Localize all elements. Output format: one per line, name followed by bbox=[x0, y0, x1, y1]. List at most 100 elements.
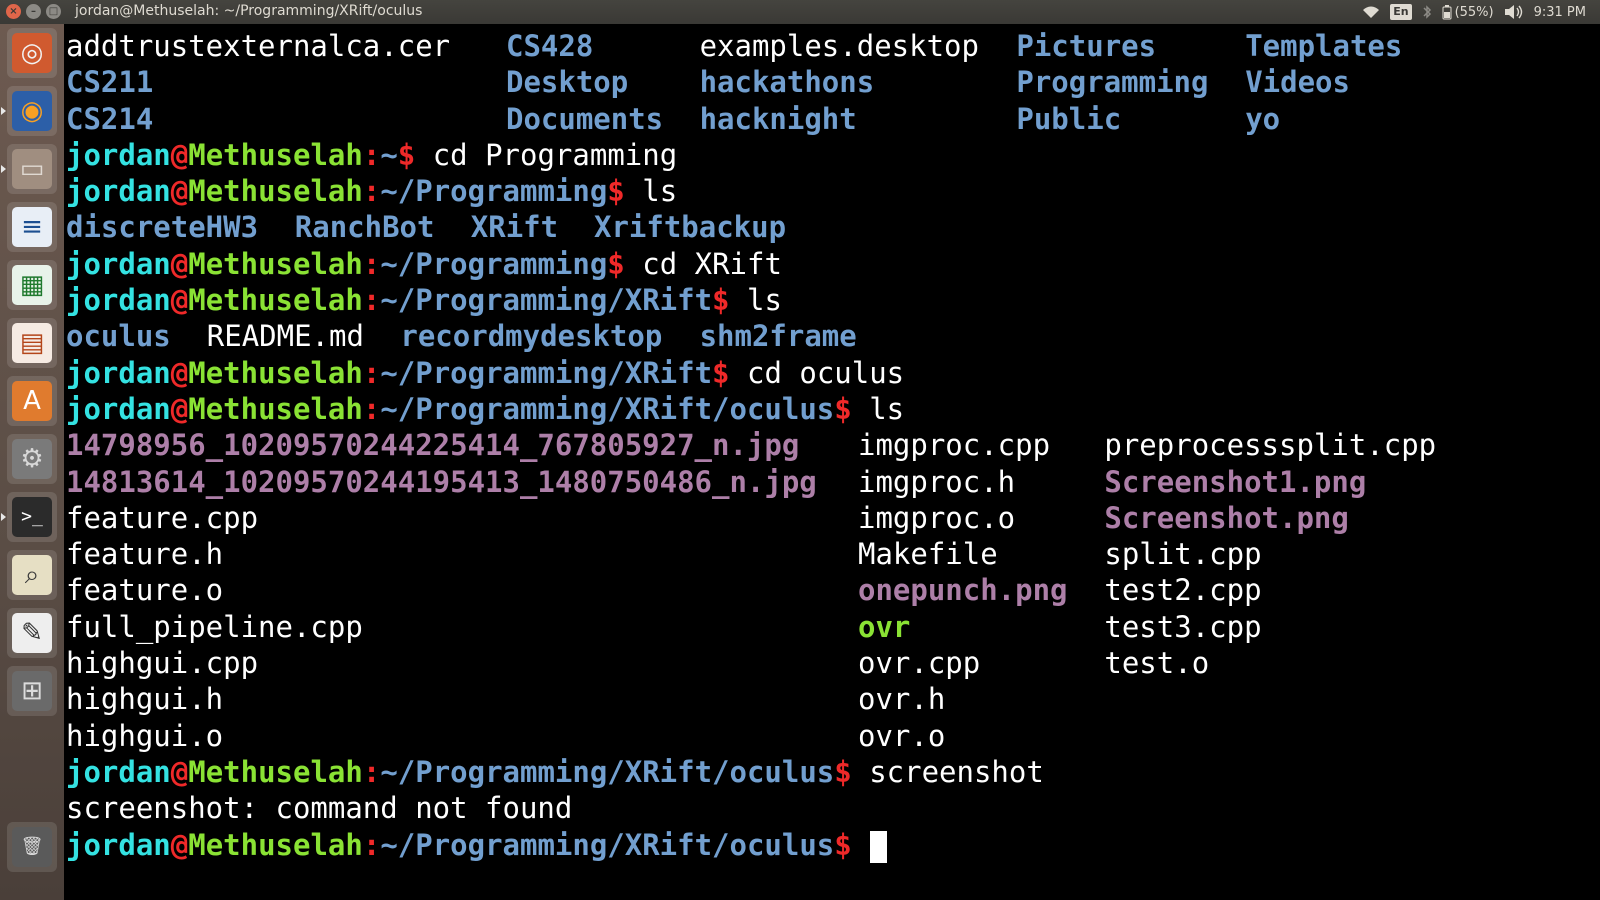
prompt-line: jordan@Methuselah:~/Programming/XRift$ c… bbox=[66, 355, 1044, 391]
directory-entry: Desktop bbox=[506, 65, 629, 100]
terminal-output: addtrustexternalca.cer CS428 examples.desk… bbox=[66, 28, 1436, 863]
listing-line: feature.cpp imgproc.o Screenshot.png bbox=[66, 500, 1349, 536]
prompt-host: Methuselah bbox=[188, 246, 363, 281]
listing-line: feature.o onepunch.png test2.cpp bbox=[66, 572, 1262, 608]
directory-entry: XRift bbox=[470, 210, 559, 245]
prompt-colon: : bbox=[362, 246, 381, 281]
wifi-icon[interactable] bbox=[1362, 0, 1380, 24]
terminal-window[interactable]: addtrustexternalca.cer CS428 examples.desk… bbox=[64, 24, 1600, 900]
prompt-line: jordan@Methuselah:~/Programming$ cd XRif… bbox=[66, 246, 1044, 282]
text-editor-icon-glyph: ✎ bbox=[21, 618, 43, 648]
image-viewer-icon[interactable]: ⌕ bbox=[7, 550, 57, 600]
prompt-dollar: $ bbox=[607, 174, 625, 209]
listing-line: discreteHW3 RanchBot XRift Xriftbackup bbox=[66, 209, 1044, 245]
prompt-path: ~/Programming/XRift bbox=[380, 355, 713, 390]
battery-percentage: (55%) bbox=[1454, 4, 1494, 20]
prompt-path: ~/Programming/XRift/oculus bbox=[380, 827, 835, 862]
firefox-icon[interactable]: ◉ bbox=[7, 86, 57, 136]
volume-icon[interactable] bbox=[1504, 0, 1524, 24]
software-center-icon-glyph: A bbox=[23, 386, 41, 416]
file-manager-icon-glyph: ▭ bbox=[19, 154, 45, 184]
bluetooth-icon[interactable] bbox=[1422, 0, 1432, 24]
prompt-user: jordan bbox=[66, 754, 171, 789]
trash-icon-glyph: 🗑 bbox=[20, 836, 44, 857]
prompt-dollar: $ bbox=[397, 137, 416, 172]
prompt-user: jordan bbox=[66, 391, 171, 426]
terminal-icon-glyph: >_ bbox=[21, 506, 43, 527]
directory-entry: CS211 bbox=[66, 65, 154, 100]
running-indicator bbox=[1, 107, 6, 115]
file-manager-icon[interactable]: ▭ bbox=[7, 144, 57, 194]
prompt-host: Methuselah bbox=[188, 754, 363, 789]
listing-line: highgui.h ovr.h bbox=[66, 681, 1044, 717]
prompt-dollar: $ bbox=[607, 246, 625, 281]
file-entry: onepunch.png bbox=[858, 573, 1068, 608]
software-center-icon[interactable]: A bbox=[7, 376, 57, 426]
clock[interactable]: 9:31 PM bbox=[1534, 0, 1586, 24]
directory-entry: oculus bbox=[66, 319, 171, 354]
file-entry: Screenshot.png bbox=[1104, 500, 1349, 535]
file-entry: full_pipeline.cpp bbox=[66, 609, 363, 644]
system-settings-icon[interactable]: ⚙ bbox=[7, 434, 57, 484]
directory-entry: recordmydesktop bbox=[400, 319, 663, 354]
directory-entry: hackathons bbox=[699, 65, 875, 100]
directory-entry: Xriftbackup bbox=[594, 210, 787, 245]
prompt-at: @ bbox=[170, 283, 189, 318]
prompt-line: jordan@Methuselah:~/Programming$ ls bbox=[66, 173, 1044, 209]
window-controls: × – □ bbox=[6, 4, 61, 19]
trash-icon[interactable]: 🗑 bbox=[7, 822, 57, 872]
file-entry: Screenshot1.png bbox=[1104, 464, 1367, 499]
prompt-line: jordan@Methuselah:~/Programming/XRift/oc… bbox=[66, 391, 1044, 427]
libreoffice-impress-icon[interactable]: ▤ bbox=[7, 318, 57, 368]
prompt-colon: : bbox=[362, 283, 381, 318]
minimize-window-button[interactable]: – bbox=[26, 4, 41, 19]
battery-indicator[interactable]: (55%) bbox=[1442, 0, 1494, 24]
listing-line: CS214 Documents hacknight Public yo bbox=[66, 101, 1280, 137]
file-entry: imgproc.o bbox=[858, 500, 1016, 535]
keyboard-layout-indicator[interactable]: En bbox=[1390, 0, 1412, 24]
ubuntu-dash-icon[interactable]: ◎ bbox=[7, 28, 57, 78]
prompt-path: ~/Programming bbox=[380, 174, 608, 209]
close-window-button[interactable]: × bbox=[6, 4, 21, 19]
battery-icon bbox=[1442, 5, 1452, 20]
prompt-user: jordan bbox=[66, 137, 171, 172]
prompt-host: Methuselah bbox=[188, 355, 363, 390]
command-output: screenshot: command not found bbox=[66, 791, 573, 826]
libreoffice-writer-icon[interactable]: ≡ bbox=[7, 202, 57, 252]
prompt-user: jordan bbox=[66, 355, 171, 390]
prompt-user: jordan bbox=[66, 827, 171, 862]
command-text: ls bbox=[642, 174, 678, 209]
listing-line: 14813614_10209570244195413_1480750486_n.… bbox=[66, 464, 1366, 500]
directory-entry: hacknight bbox=[699, 101, 857, 136]
file-entry: feature.h bbox=[66, 537, 224, 572]
file-entry: highgui.cpp bbox=[66, 646, 259, 681]
libreoffice-calc-icon-glyph: ▦ bbox=[19, 270, 45, 300]
file-entry: highgui.o bbox=[66, 718, 224, 753]
directory-entry: RanchBot bbox=[294, 210, 435, 245]
file-entry: imgproc.h bbox=[858, 464, 1016, 499]
prompt-at: @ bbox=[170, 137, 189, 172]
command-text: screenshot bbox=[869, 754, 1044, 789]
workspace-switcher-icon-glyph: ⊞ bbox=[21, 676, 43, 706]
listing-line: feature.h Makefile split.cpp bbox=[66, 536, 1262, 572]
file-entry: highgui.h bbox=[66, 682, 224, 717]
prompt-colon: : bbox=[362, 355, 381, 390]
file-entry: ovr.h bbox=[858, 682, 946, 717]
listing-line: highgui.cpp ovr.cpp test.o bbox=[66, 645, 1209, 681]
listing-line: addtrustexternalca.cer CS428 examples.desk… bbox=[66, 28, 1402, 64]
prompt-line: jordan@Methuselah:~/Programming/XRift/oc… bbox=[66, 827, 1044, 863]
terminal-icon[interactable]: >_ bbox=[7, 492, 57, 542]
text-editor-icon[interactable]: ✎ bbox=[7, 608, 57, 658]
running-indicator bbox=[1, 513, 6, 521]
libreoffice-calc-icon[interactable]: ▦ bbox=[7, 260, 57, 310]
maximize-window-button[interactable]: □ bbox=[46, 4, 61, 19]
libreoffice-impress-icon-glyph: ▤ bbox=[19, 328, 45, 358]
workspace-switcher-icon[interactable]: ⊞ bbox=[7, 666, 57, 716]
prompt-line: jordan@Methuselah:~/Programming/XRift/oc… bbox=[66, 754, 1044, 790]
